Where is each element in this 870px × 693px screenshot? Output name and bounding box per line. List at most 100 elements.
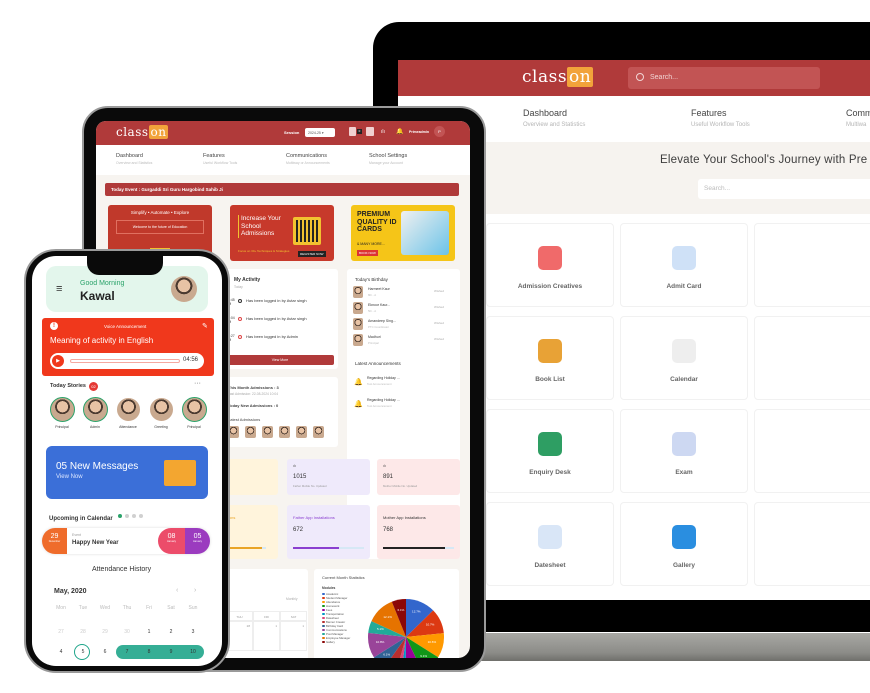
feature-tile[interactable] bbox=[754, 223, 870, 307]
announcement-title[interactable]: Regarding Holiday ... bbox=[367, 376, 400, 380]
messages-banner[interactable]: 05 New Messages View Now bbox=[46, 446, 208, 499]
story-label: Principal bbox=[187, 425, 201, 429]
calendar-header: FRI bbox=[253, 611, 280, 621]
activity-text: Has been logged in by Admin bbox=[246, 334, 299, 339]
voice-title: Voice Announcement bbox=[104, 324, 147, 329]
feature-tile[interactable] bbox=[754, 502, 870, 586]
birthday-sub: 8th - A bbox=[368, 293, 377, 297]
wish-status[interactable]: Wished bbox=[434, 289, 444, 293]
notification-count: 0 bbox=[357, 129, 362, 134]
feature-tile[interactable]: Enquiry Desk bbox=[486, 409, 614, 493]
nav-communications[interactable]: Communications Multiway or Announcements bbox=[286, 153, 330, 165]
nav-school-settings[interactable]: School Settings Manage your Account bbox=[369, 153, 407, 165]
install-card: Mother App Installations 768 bbox=[377, 505, 460, 559]
birthday-name: Amandeep Sing... bbox=[368, 319, 396, 323]
feature-tile[interactable]: Book List bbox=[486, 316, 614, 400]
calendar-day[interactable]: 2 bbox=[160, 629, 182, 635]
calendar-day[interactable]: 29 bbox=[94, 629, 116, 635]
activity-text: Has been logged in by Avtar singh bbox=[246, 298, 307, 303]
feature-tile[interactable]: Admission Creatives bbox=[486, 223, 614, 307]
calendar-day[interactable]: 6 bbox=[94, 649, 116, 655]
tile-label: Admission Creatives bbox=[517, 283, 583, 290]
play-button[interactable]: ▶ bbox=[52, 355, 64, 367]
carousel-dots[interactable] bbox=[116, 505, 144, 523]
feature-search-input[interactable]: Search... bbox=[698, 179, 870, 199]
card-title: Today's Birthday bbox=[355, 277, 388, 282]
calendar-day[interactable]: 7 bbox=[116, 649, 138, 655]
calendar-cell[interactable]: 1 bbox=[280, 621, 307, 651]
feature-tile[interactable] bbox=[754, 316, 870, 400]
story-item[interactable]: Principal bbox=[180, 397, 208, 429]
admission-avatar[interactable] bbox=[296, 426, 307, 438]
story-avatar bbox=[181, 397, 207, 422]
promo-banner-admissions[interactable]: Increase Your School Admissions Focus on… bbox=[230, 205, 334, 261]
admission-avatar[interactable] bbox=[262, 426, 273, 438]
calendar-cell[interactable]: 1 bbox=[253, 621, 280, 651]
calendar-day[interactable]: 30 bbox=[116, 629, 138, 635]
tile-label: Gallery bbox=[672, 562, 696, 569]
bell-icon: 🔔 bbox=[354, 379, 363, 386]
chart-icon[interactable]: ılı bbox=[381, 129, 385, 135]
wish-status[interactable]: Wished bbox=[434, 321, 444, 325]
legend-swatch bbox=[322, 600, 325, 603]
calendar-day[interactable]: 27 bbox=[50, 629, 72, 635]
nav-dashboard[interactable]: Dashboard Overview and Statistics bbox=[523, 108, 585, 128]
story-item[interactable]: Admin bbox=[81, 397, 109, 429]
calendar-day[interactable]: 1 bbox=[138, 629, 160, 635]
microphone-icon[interactable]: ✎ bbox=[202, 322, 208, 330]
print-icon[interactable] bbox=[349, 127, 356, 136]
feature-tile[interactable]: Calendar bbox=[620, 316, 748, 400]
prev-month-button[interactable]: ‹ bbox=[176, 587, 178, 594]
calendar-cell[interactable]: 28 bbox=[226, 621, 253, 651]
calendar-day[interactable]: 4 bbox=[50, 649, 72, 655]
logo-on-mark: on bbox=[148, 125, 169, 139]
calendar-day[interactable]: 9 bbox=[160, 649, 182, 655]
calendar-day[interactable]: 5 bbox=[72, 649, 94, 655]
header-search-input[interactable]: Search... bbox=[628, 67, 820, 89]
next-month-button[interactable]: › bbox=[194, 587, 196, 594]
admission-avatar[interactable] bbox=[245, 426, 256, 438]
promo-banner-id-cards[interactable]: PREMIUM QUALITY ID CARDS & MANY MORE... … bbox=[351, 205, 455, 261]
stat-label: Father Mobile No. Updated bbox=[293, 484, 327, 488]
nav-communications[interactable]: Comm Multiwa bbox=[846, 108, 870, 128]
menu-icon[interactable]: ≡ bbox=[56, 283, 62, 295]
admission-avatar[interactable] bbox=[313, 426, 324, 438]
story-label: Admin bbox=[90, 425, 100, 429]
calendar-day[interactable]: 10 bbox=[182, 649, 204, 655]
user-avatar[interactable] bbox=[171, 276, 197, 302]
audio-progress[interactable] bbox=[70, 359, 180, 363]
view-more-button[interactable]: View More bbox=[226, 355, 334, 365]
admission-avatar[interactable] bbox=[279, 426, 290, 438]
monthly-toggle[interactable]: Monthly bbox=[286, 597, 298, 601]
calendar-day[interactable]: 28 bbox=[72, 629, 94, 635]
story-avatar bbox=[115, 397, 141, 422]
upcoming-event[interactable]: 29 December Event Happy New Year 08 Januar… bbox=[42, 528, 210, 554]
session-select[interactable]: 2024-25 ▾ bbox=[305, 128, 335, 137]
feature-tile[interactable]: Admit Card bbox=[620, 223, 748, 307]
story-item[interactable]: Principal bbox=[48, 397, 76, 429]
wish-status[interactable]: Wished bbox=[434, 305, 444, 309]
search-placeholder: Search... bbox=[704, 185, 731, 192]
user-name[interactable]: Primeadmin bbox=[409, 130, 429, 134]
story-item[interactable]: Greeting bbox=[147, 397, 175, 429]
nav-dashboard[interactable]: Dashboard Overview and Statistics bbox=[116, 153, 152, 165]
calendar-day[interactable]: 8 bbox=[138, 649, 160, 655]
view-now-link[interactable]: View Now bbox=[56, 474, 83, 480]
classon-logo[interactable]: class on bbox=[116, 125, 169, 139]
feature-tile[interactable]: Datesheet bbox=[486, 502, 614, 586]
feature-tile[interactable] bbox=[754, 409, 870, 493]
weekday-label: Mon bbox=[56, 605, 66, 611]
feature-tile[interactable]: Exam bbox=[620, 409, 748, 493]
chat-icon[interactable] bbox=[366, 127, 374, 136]
more-icon[interactable]: ··· bbox=[194, 380, 201, 387]
nav-features[interactable]: Features Useful Workflow Tools bbox=[203, 153, 237, 165]
classon-logo[interactable]: class on bbox=[522, 67, 594, 87]
story-item[interactable]: Attendance bbox=[114, 397, 142, 429]
bell-icon[interactable]: 🔔 bbox=[396, 128, 403, 135]
user-avatar[interactable]: P bbox=[434, 126, 445, 137]
calendar-day[interactable]: 3 bbox=[182, 629, 204, 635]
wish-status[interactable]: Wished bbox=[434, 337, 444, 341]
feature-tile[interactable]: Gallery bbox=[620, 502, 748, 586]
nav-features[interactable]: Features Useful Workflow Tools bbox=[691, 108, 750, 128]
announcement-title[interactable]: Regarding Holiday ... bbox=[367, 398, 400, 402]
